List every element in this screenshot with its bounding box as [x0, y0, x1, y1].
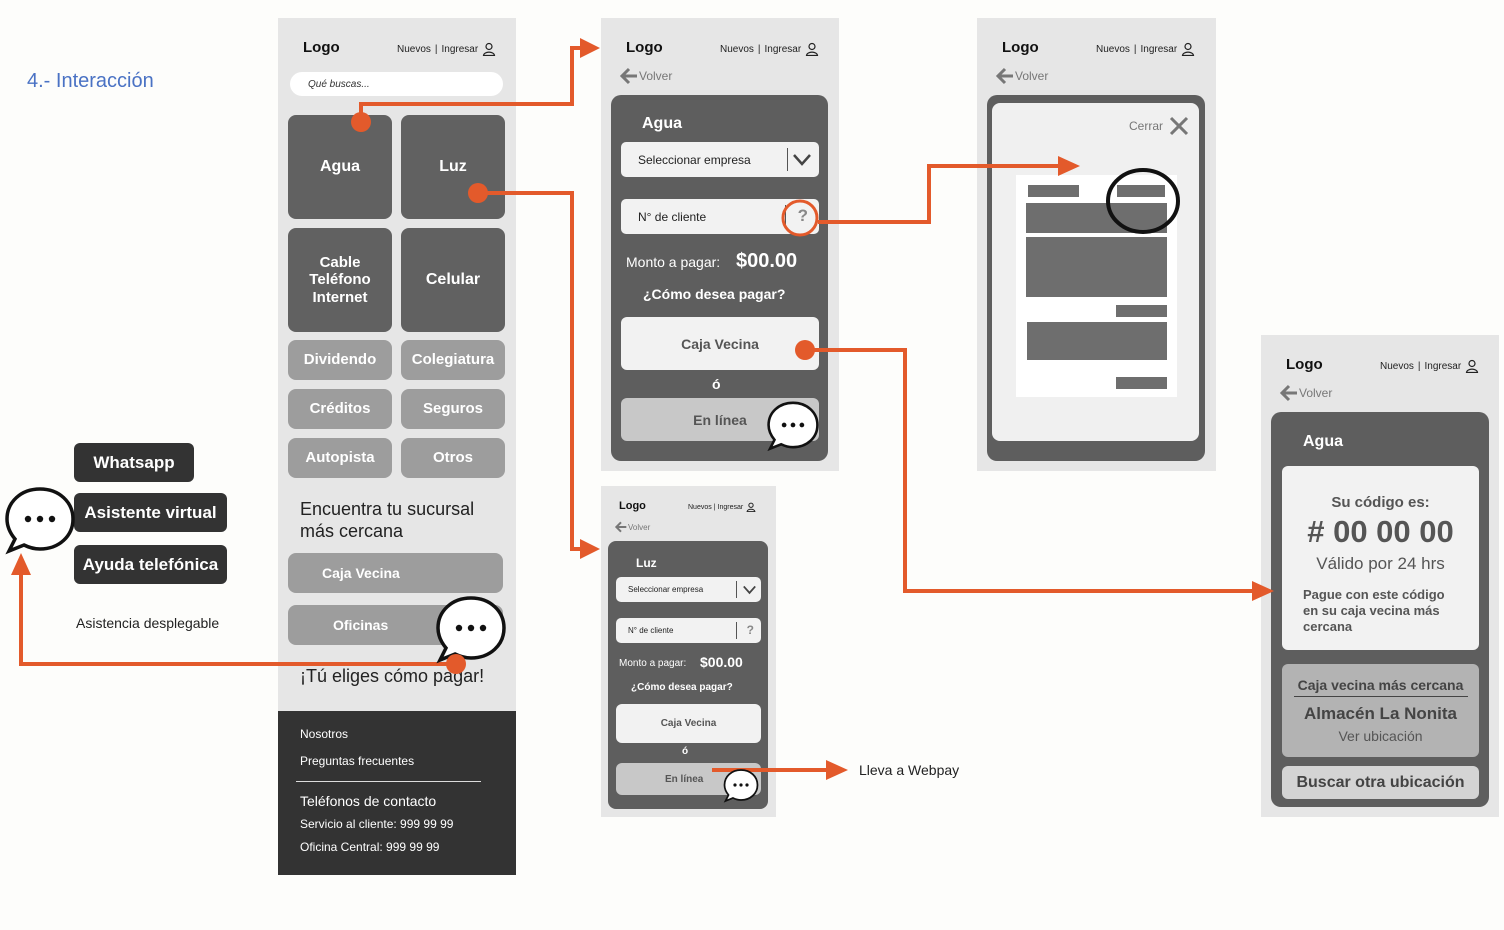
arrowhead: [1058, 156, 1080, 176]
arrowhead: [826, 760, 848, 780]
flow-arrow-chat: [19, 570, 456, 666]
chat-icon: [436, 596, 506, 662]
chat-icon: [5, 487, 75, 553]
flow-arrow-caja: [805, 348, 1255, 593]
arrowhead: [580, 38, 600, 58]
tap-dot: [468, 183, 488, 203]
flow-arrow-help: [818, 164, 1061, 224]
chat-icon: [767, 401, 819, 450]
tap-dot: [351, 112, 371, 132]
arrowhead: [1252, 581, 1274, 601]
flow-arrow-agua: [359, 46, 585, 122]
interaction-flow: [5, 38, 1274, 802]
arrowhead: [11, 553, 31, 575]
help-ring: [781, 199, 819, 237]
tap-dot: [446, 654, 466, 674]
tap-dot: [795, 340, 815, 360]
chat-icon: [723, 769, 759, 802]
arrowhead: [580, 539, 600, 559]
flow-arrow-luz: [478, 191, 585, 551]
